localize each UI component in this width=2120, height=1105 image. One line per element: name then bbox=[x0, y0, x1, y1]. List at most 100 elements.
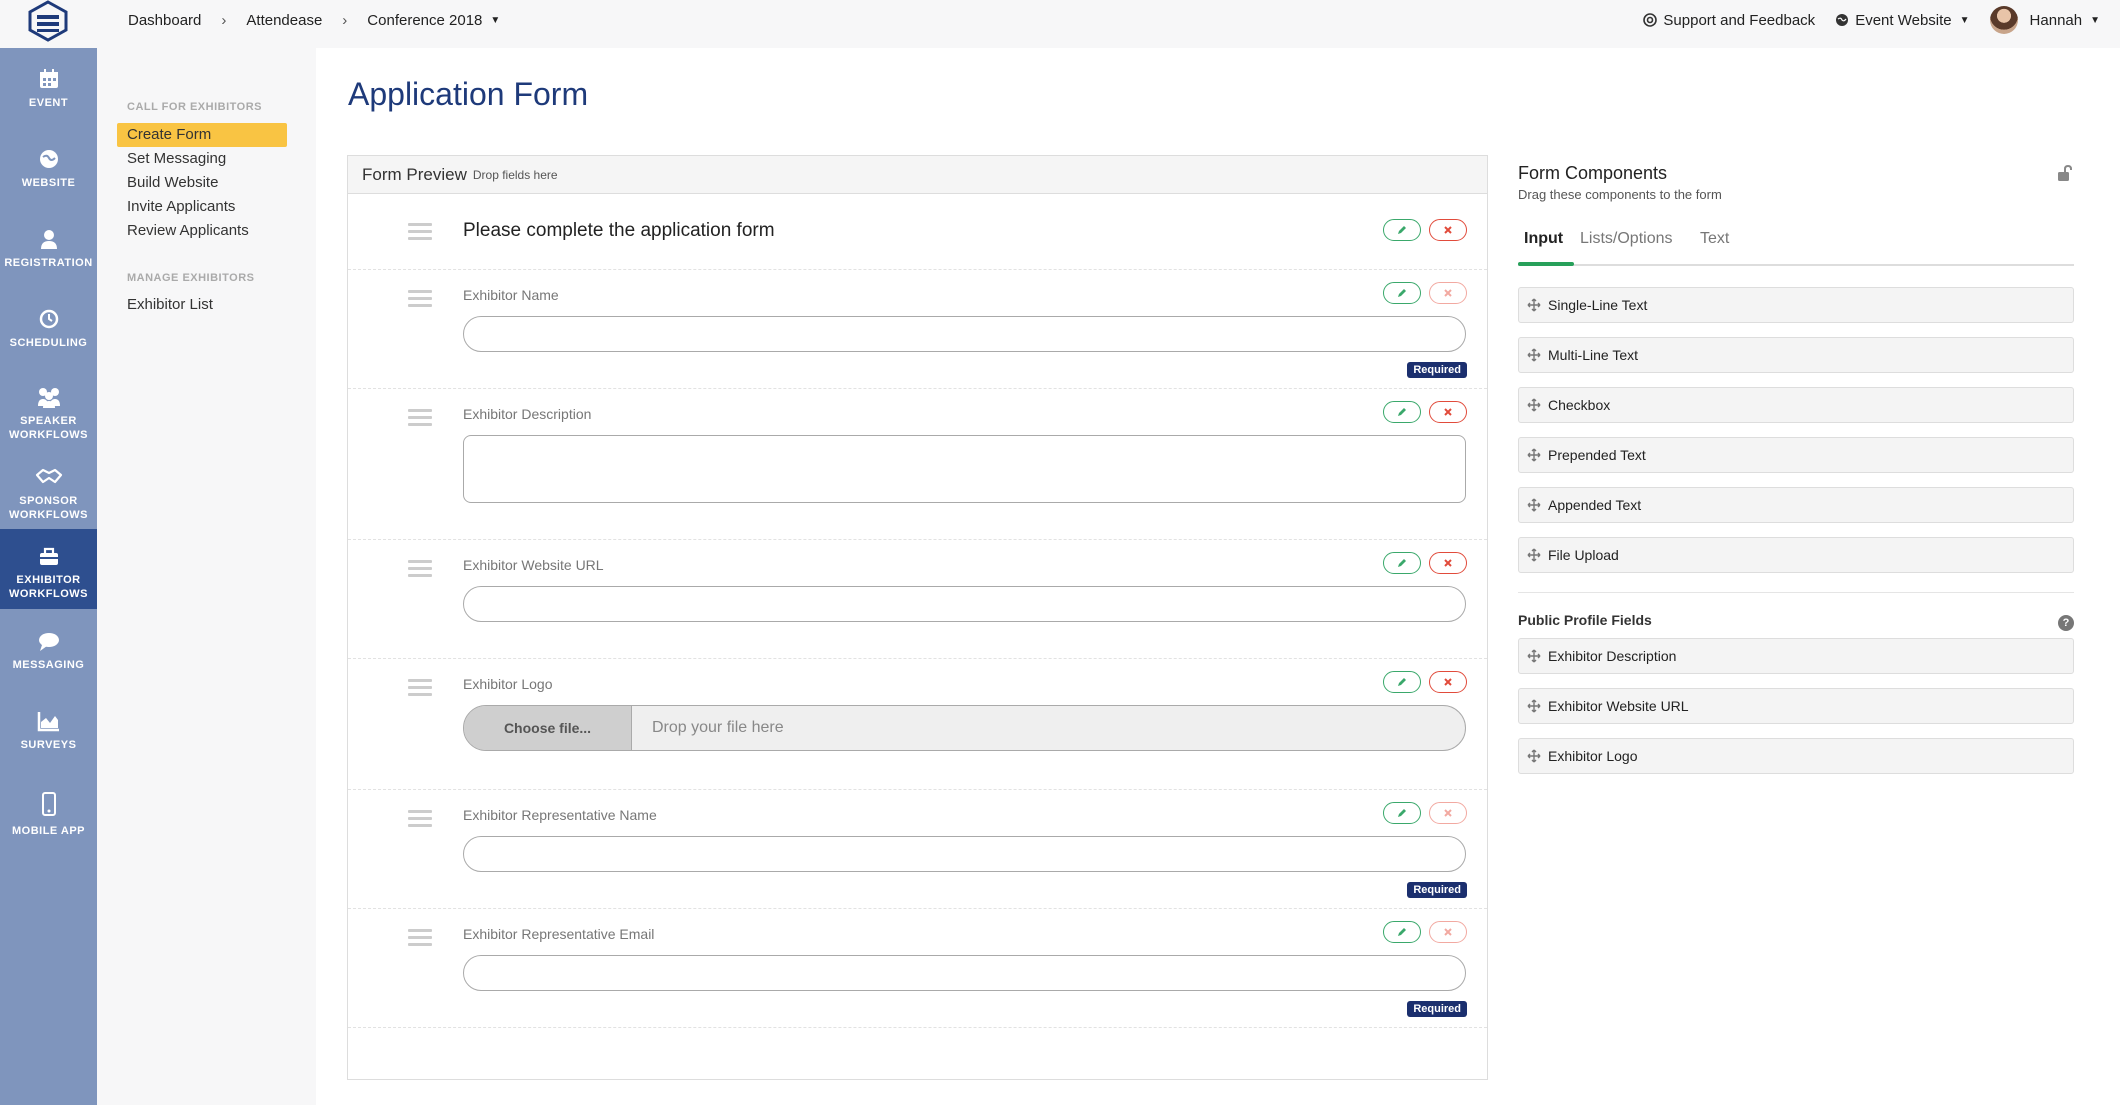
representative-name-input[interactable] bbox=[463, 836, 1466, 872]
calendar-icon bbox=[39, 69, 58, 88]
subnav-create-form[interactable]: Create Form bbox=[117, 123, 287, 147]
component-public-exhibitor-logo[interactable]: Exhibitor Logo bbox=[1518, 738, 2074, 774]
exhibitor-description-textarea[interactable] bbox=[463, 435, 1466, 503]
drag-handle-icon[interactable] bbox=[408, 929, 432, 950]
exhibitor-website-url-input[interactable] bbox=[463, 586, 1466, 622]
subnav-group-manage-exhibitors: MANAGE EXHIBITORS bbox=[127, 272, 255, 284]
edit-button[interactable] bbox=[1383, 282, 1421, 304]
breadcrumb-conference[interactable]: Conference 2018 bbox=[367, 12, 482, 29]
handshake-icon bbox=[35, 468, 62, 484]
form-field-representative-email[interactable]: Exhibitor Representative Email Required bbox=[348, 909, 1487, 1028]
form-preview-title: Form Preview bbox=[362, 164, 467, 184]
subnav-review-applicants[interactable]: Review Applicants bbox=[117, 219, 287, 243]
drag-handle-icon[interactable] bbox=[408, 679, 432, 700]
tab-lists-options[interactable]: Lists/Options bbox=[1580, 230, 1672, 248]
form-heading-row[interactable]: Please complete the application form bbox=[348, 195, 1487, 270]
nav-sponsor-workflows[interactable]: SPONSOR WORKFLOWS bbox=[0, 466, 97, 522]
exhibitor-logo-file-input[interactable]: Choose file... Drop your file here bbox=[463, 705, 1466, 751]
edit-button[interactable] bbox=[1383, 552, 1421, 574]
nav-website[interactable]: WEBSITE bbox=[0, 148, 97, 190]
tab-input[interactable]: Input bbox=[1524, 230, 1563, 248]
component-multi-line-text[interactable]: Multi-Line Text bbox=[1518, 337, 2074, 373]
nav-speaker-workflows[interactable]: SPEAKER WORKFLOWS bbox=[0, 386, 97, 442]
nav-registration[interactable]: REGISTRATION bbox=[0, 228, 97, 270]
representative-email-input[interactable] bbox=[463, 955, 1466, 991]
form-field-exhibitor-logo[interactable]: Exhibitor Logo Choose file... Drop your … bbox=[348, 659, 1487, 790]
edit-button[interactable] bbox=[1383, 921, 1421, 943]
form-components-subtitle: Drag these components to the form bbox=[1518, 187, 1722, 202]
help-icon[interactable]: ? bbox=[2058, 615, 2074, 631]
edit-button[interactable] bbox=[1383, 802, 1421, 824]
delete-button[interactable] bbox=[1429, 671, 1467, 693]
section-divider bbox=[1518, 592, 2074, 593]
move-icon bbox=[1527, 398, 1541, 412]
breadcrumb-dashboard[interactable]: Dashboard bbox=[128, 12, 201, 29]
delete-button[interactable] bbox=[1429, 219, 1467, 241]
nav-surveys[interactable]: SURVEYS bbox=[0, 710, 97, 752]
choose-file-button[interactable]: Choose file... bbox=[464, 706, 632, 750]
drag-handle-icon[interactable] bbox=[408, 560, 432, 581]
area-chart-icon bbox=[37, 712, 59, 732]
delete-button[interactable] bbox=[1429, 552, 1467, 574]
unlock-icon[interactable] bbox=[2056, 164, 2074, 187]
move-icon bbox=[1527, 649, 1541, 663]
drag-handle-icon[interactable] bbox=[408, 223, 432, 244]
drag-handle-icon[interactable] bbox=[408, 409, 432, 430]
delete-button[interactable] bbox=[1429, 921, 1467, 943]
component-public-exhibitor-description[interactable]: Exhibitor Description bbox=[1518, 638, 2074, 674]
support-label: Support and Feedback bbox=[1663, 11, 1816, 29]
component-single-line-text[interactable]: Single-Line Text bbox=[1518, 287, 2074, 323]
form-field-representative-name[interactable]: Exhibitor Representative Name Required bbox=[348, 790, 1487, 909]
form-heading-text: Please complete the application form bbox=[463, 220, 775, 241]
top-bar: Dashboard › Attendease › Conference 2018… bbox=[0, 0, 2120, 48]
delete-button[interactable] bbox=[1429, 282, 1467, 304]
drag-handle-icon[interactable] bbox=[408, 290, 432, 311]
component-label: Exhibitor Logo bbox=[1548, 748, 1638, 764]
event-website-dropdown[interactable]: Event Website ▼ bbox=[1835, 12, 1970, 29]
nav-scheduling[interactable]: SCHEDULING bbox=[0, 308, 97, 350]
tab-text[interactable]: Text bbox=[1700, 230, 1729, 248]
drag-handle-icon[interactable] bbox=[408, 810, 432, 831]
component-checkbox[interactable]: Checkbox bbox=[1518, 387, 2074, 423]
form-field-exhibitor-website-url[interactable]: Exhibitor Website URL bbox=[348, 540, 1487, 659]
form-field-exhibitor-description[interactable]: Exhibitor Description bbox=[348, 389, 1487, 540]
file-drop-zone[interactable]: Drop your file here bbox=[632, 706, 784, 750]
subnav-build-website[interactable]: Build Website bbox=[117, 171, 287, 195]
move-icon bbox=[1527, 699, 1541, 713]
nav-messaging[interactable]: MESSAGING bbox=[0, 630, 97, 672]
form-field-exhibitor-name[interactable]: Exhibitor Name Required bbox=[348, 270, 1487, 389]
nav-mobile-app[interactable]: MOBILE APP bbox=[0, 792, 97, 838]
subnav-invite-applicants[interactable]: Invite Applicants bbox=[117, 195, 287, 219]
form-preview: Form Preview Drop fields here Please com… bbox=[347, 155, 1488, 1080]
delete-button[interactable] bbox=[1429, 802, 1467, 824]
exhibitor-name-input[interactable] bbox=[463, 316, 1466, 352]
caret-down-icon[interactable]: ▼ bbox=[490, 15, 500, 26]
subnav-exhibitor-list[interactable]: Exhibitor List bbox=[117, 293, 287, 317]
field-label: Exhibitor Name bbox=[463, 287, 559, 303]
component-prepended-text[interactable]: Prepended Text bbox=[1518, 437, 2074, 473]
attendease-logo[interactable] bbox=[22, 0, 74, 42]
globe-icon bbox=[1836, 14, 1849, 26]
close-icon bbox=[1444, 289, 1452, 297]
edit-button[interactable] bbox=[1383, 219, 1421, 241]
subnav-set-messaging[interactable]: Set Messaging bbox=[117, 147, 287, 171]
nav-label: SPONSOR bbox=[19, 495, 78, 507]
user-menu[interactable]: Hannah ▼ bbox=[1989, 6, 2100, 34]
chevron-right-icon: › bbox=[342, 11, 348, 29]
move-icon bbox=[1527, 348, 1541, 362]
edit-button[interactable] bbox=[1383, 671, 1421, 693]
support-feedback-link[interactable]: Support and Feedback bbox=[1643, 12, 1815, 29]
pencil-icon bbox=[1398, 678, 1406, 686]
move-icon bbox=[1527, 548, 1541, 562]
component-public-exhibitor-website-url[interactable]: Exhibitor Website URL bbox=[1518, 688, 2074, 724]
component-appended-text[interactable]: Appended Text bbox=[1518, 487, 2074, 523]
component-label: Exhibitor Website URL bbox=[1548, 698, 1689, 714]
pencil-icon bbox=[1398, 408, 1406, 416]
nav-event[interactable]: EVENT bbox=[0, 68, 97, 110]
delete-button[interactable] bbox=[1429, 401, 1467, 423]
edit-button[interactable] bbox=[1383, 401, 1421, 423]
breadcrumb-attendease[interactable]: Attendease bbox=[246, 12, 322, 29]
nav-exhibitor-workflows[interactable]: EXHIBITOR WORKFLOWS bbox=[0, 529, 97, 609]
component-file-upload[interactable]: File Upload bbox=[1518, 537, 2074, 573]
active-tab-indicator bbox=[1518, 262, 1574, 266]
